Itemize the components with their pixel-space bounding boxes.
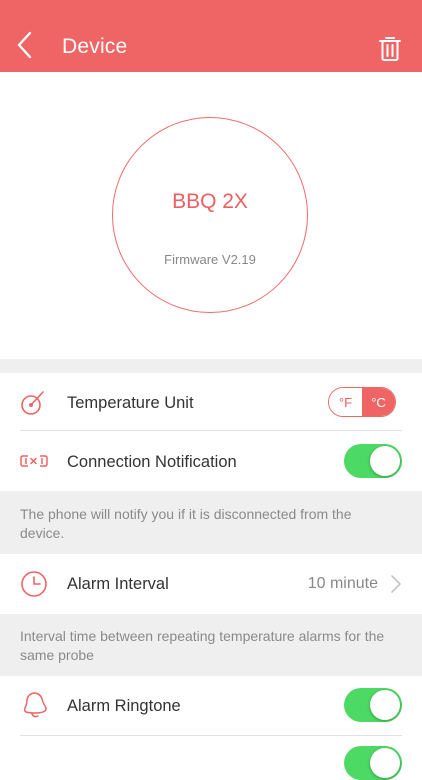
device-name: BBQ 2X	[172, 190, 248, 213]
page-title: Device	[62, 35, 128, 58]
clock-icon	[21, 571, 47, 597]
connection-notification-note: The phone will notify you if it is disco…	[0, 491, 422, 554]
alarm-bell-icon	[23, 692, 47, 718]
alarm-ringtone-switch[interactable]	[344, 688, 402, 722]
alarm-interval-value: 10 minute	[307, 575, 378, 592]
alarm-ringtone-label: Alarm Ringtone	[67, 697, 181, 715]
temperature-unit-label: Temperature Unit	[67, 394, 194, 412]
alarm-interval-hint: Interval time between repeating temperat…	[20, 628, 385, 663]
switch-knob	[370, 748, 400, 778]
alarm-interval-label: Alarm Interval	[67, 575, 169, 593]
alarm-interval-row[interactable]: Alarm Interval 10 minute	[0, 554, 422, 614]
connection-notification-row: Connection Notification	[0, 431, 422, 491]
device-circle: BBQ 2X Firmware V2.19	[112, 117, 308, 313]
device-summary: BBQ 2X Firmware V2.19	[0, 72, 422, 359]
switch-knob	[370, 690, 400, 720]
section-separator	[0, 359, 422, 373]
trash-icon	[379, 37, 401, 61]
switch-knob	[370, 446, 400, 476]
connection-notification-switch[interactable]	[344, 444, 402, 478]
unit-celsius-option[interactable]: °C	[362, 388, 395, 416]
temperature-unit-row: Temperature Unit °F °C	[0, 373, 422, 431]
next-setting-row	[0, 736, 422, 780]
alarm-interval-note: Interval time between repeating temperat…	[0, 614, 422, 676]
delete-device-button[interactable]	[378, 34, 402, 62]
disconnect-icon	[20, 455, 48, 467]
back-button[interactable]	[14, 30, 38, 60]
connection-notification-label: Connection Notification	[67, 453, 237, 471]
chevron-right-icon	[391, 575, 401, 593]
navigation-bar: Device	[0, 0, 422, 72]
temperature-unit-toggle[interactable]: °F °C	[328, 387, 396, 417]
connection-notification-hint: The phone will notify you if it is disco…	[20, 506, 352, 541]
chevron-left-icon	[17, 31, 32, 59]
alarm-ringtone-row: Alarm Ringtone	[0, 676, 422, 736]
next-setting-switch[interactable]	[344, 746, 402, 780]
unit-fahrenheit-option[interactable]: °F	[329, 388, 362, 416]
thermometer-probe-icon	[21, 391, 44, 415]
firmware-version: Firmware V2.19	[164, 252, 256, 267]
